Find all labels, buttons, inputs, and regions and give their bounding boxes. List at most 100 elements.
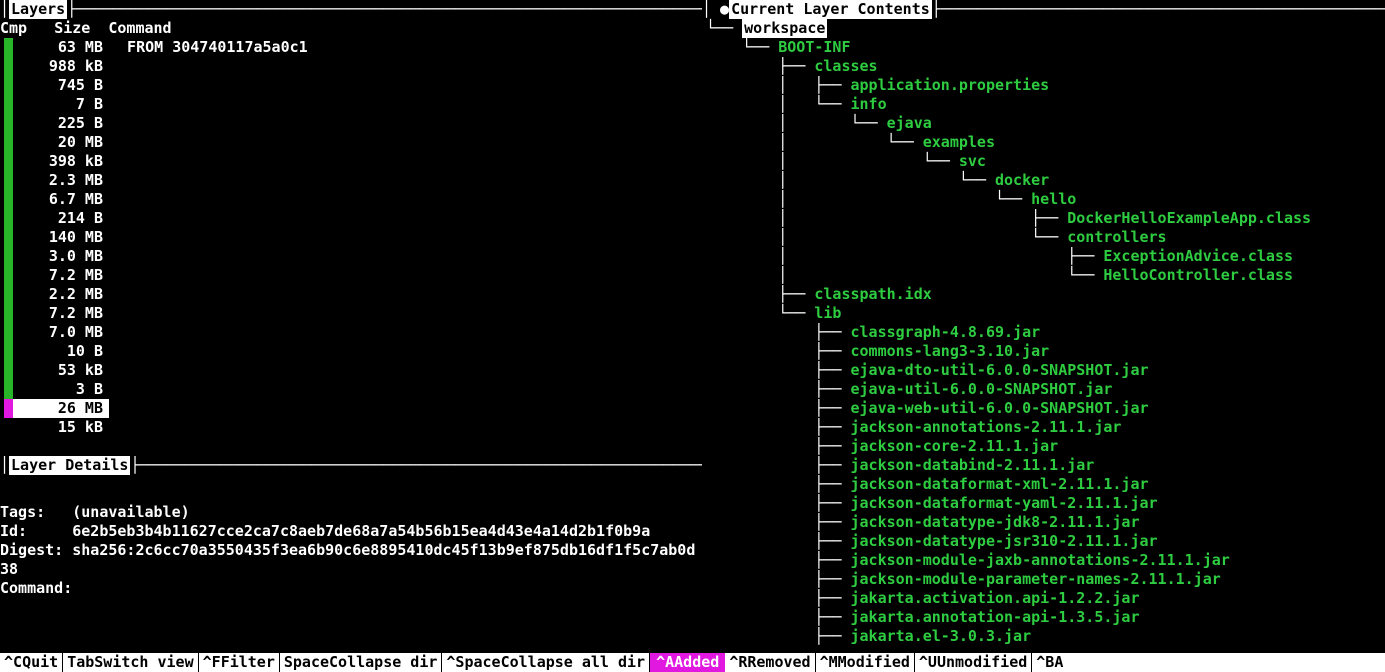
- cmp-indicator: [4, 247, 13, 266]
- tree-item[interactable]: ├── classpath.idx: [706, 285, 1385, 304]
- tree-item-name: classes: [814, 57, 877, 76]
- tree-item[interactable]: ├── jackson-core-2.11.1.jar: [706, 437, 1385, 456]
- statusbar-item[interactable]: ^U Unmodified: [915, 653, 1032, 672]
- tree-item[interactable]: │ └── svc: [706, 152, 1385, 171]
- tree-item[interactable]: └── BOOT-INF: [706, 38, 1385, 57]
- tree-item-name: ejava-util-6.0.0-SNAPSHOT.jar: [851, 380, 1113, 399]
- layers-list[interactable]: 63 MB FROM 304740117a5a0c1988 kB 745 B 7…: [0, 38, 702, 437]
- layer-command: [109, 228, 702, 247]
- layer-row[interactable]: 3.0 MB: [0, 247, 702, 266]
- cmp-indicator: [4, 190, 13, 209]
- layer-row[interactable]: 225 B: [0, 114, 702, 133]
- tree-item[interactable]: │ └── hello: [706, 190, 1385, 209]
- tree-item[interactable]: ├── jakarta.el-3.0.3.jar: [706, 627, 1385, 646]
- tree-item[interactable]: ├── jackson-module-jaxb-annotations-2.11…: [706, 551, 1385, 570]
- tree-item[interactable]: ├── ejava-web-util-6.0.0-SNAPSHOT.jar: [706, 399, 1385, 418]
- tree-item[interactable]: ├── ejava-dto-util-6.0.0-SNAPSHOT.jar: [706, 361, 1385, 380]
- tree-item[interactable]: ├── ejava-util-6.0.0-SNAPSHOT.jar: [706, 380, 1385, 399]
- cmp-indicator: [4, 38, 13, 57]
- layer-row[interactable]: 7 B: [0, 95, 702, 114]
- layer-row[interactable]: 7.2 MB: [0, 266, 702, 285]
- layer-command: [109, 190, 702, 209]
- tree-item[interactable]: │ └── examples: [706, 133, 1385, 152]
- cmp-indicator: [4, 361, 13, 380]
- statusbar-item[interactable]: ^C Quit: [0, 653, 63, 672]
- layer-command: [109, 133, 702, 152]
- statusbar-item[interactable]: ^A Added: [650, 653, 725, 672]
- layer-row[interactable]: 214 B: [0, 209, 702, 228]
- tree-item[interactable]: │ ├── ExceptionAdvice.class: [706, 247, 1385, 266]
- layer-row[interactable]: 2.2 MB: [0, 285, 702, 304]
- tree-item[interactable]: ├── jackson-dataformat-yaml-2.11.1.jar: [706, 494, 1385, 513]
- statusbar-item[interactable]: ^R Removed: [725, 653, 815, 672]
- layers-header-row: Cmp Size Command: [0, 19, 702, 38]
- layer-size: 214 B: [13, 209, 109, 228]
- layer-command: [109, 266, 702, 285]
- layer-row[interactable]: 6.7 MB: [0, 190, 702, 209]
- tree-item[interactable]: ├── jackson-databind-2.11.1.jar: [706, 456, 1385, 475]
- layer-row[interactable]: 7.0 MB: [0, 323, 702, 342]
- layer-size: 3 B: [13, 380, 109, 399]
- tree-root[interactable]: └── workspace: [706, 19, 1385, 38]
- tree-item[interactable]: │ └── HelloController.class: [706, 266, 1385, 285]
- statusbar-item[interactable]: ^M Modified: [816, 653, 915, 672]
- tree-item[interactable]: ├── commons-lang3-3.10.jar: [706, 342, 1385, 361]
- tree-item[interactable]: ├── jackson-datatype-jsr310-2.11.1.jar: [706, 532, 1385, 551]
- layer-row[interactable]: 63 MB FROM 304740117a5a0c1: [0, 38, 702, 57]
- tree-item[interactable]: ├── jakarta.annotation-api-1.3.5.jar: [706, 608, 1385, 627]
- tree-item[interactable]: │ └── controllers: [706, 228, 1385, 247]
- layer-size: 2.3 MB: [13, 171, 109, 190]
- cmp-indicator: [4, 76, 13, 95]
- tree-item[interactable]: ├── jackson-dataformat-xml-2.11.1.jar: [706, 475, 1385, 494]
- tree-item-name: jakarta.el-3.0.3.jar: [851, 627, 1032, 646]
- tree-item[interactable]: │ └── info: [706, 95, 1385, 114]
- tree-item-name: examples: [923, 133, 995, 152]
- layer-row[interactable]: 398 kB: [0, 152, 702, 171]
- tree-item[interactable]: ├── jackson-module-parameter-names-2.11.…: [706, 570, 1385, 589]
- tree-item-name: docker: [995, 171, 1049, 190]
- layer-details-title: │ Layer Details ├ ──────────────────────…: [0, 456, 702, 475]
- file-tree[interactable]: └── workspace └── BOOT-INF ├── classes │…: [702, 19, 1385, 646]
- layer-row[interactable]: 53 kB: [0, 361, 702, 380]
- layer-size: 26 MB: [13, 399, 109, 418]
- id-label: Id:: [0, 522, 27, 540]
- tree-item[interactable]: ├── jackson-annotations-2.11.1.jar: [706, 418, 1385, 437]
- layer-details-body: Tags: (unavailable) Id: 6e2b5eb3b4b11627…: [0, 475, 702, 598]
- layer-row[interactable]: 745 B: [0, 76, 702, 95]
- tree-item[interactable]: ├── jackson-datatype-jdk8-2.11.1.jar: [706, 513, 1385, 532]
- tree-item-name: jackson-module-parameter-names-2.11.1.ja…: [851, 570, 1221, 589]
- tree-item[interactable]: ├── classgraph-4.8.69.jar: [706, 323, 1385, 342]
- layer-row[interactable]: 988 kB: [0, 57, 702, 76]
- layer-row[interactable]: 3 B: [0, 380, 702, 399]
- tree-item[interactable]: ├── classes: [706, 57, 1385, 76]
- layer-command: [109, 418, 702, 437]
- statusbar-item[interactable]: Space Collapse dir: [280, 653, 443, 672]
- layer-command: [109, 76, 702, 95]
- tree-item-name: BOOT-INF: [778, 38, 850, 57]
- layer-size: 2.2 MB: [13, 285, 109, 304]
- statusbar-item[interactable]: ^Space Collapse all dir: [442, 653, 650, 672]
- layer-command: FROM 304740117a5a0c1: [109, 38, 702, 57]
- layer-row[interactable]: 15 kB: [0, 418, 702, 437]
- tree-item[interactable]: │ ├── DockerHelloExampleApp.class: [706, 209, 1385, 228]
- cmp-indicator: [4, 342, 13, 361]
- layer-row[interactable]: 10 B: [0, 342, 702, 361]
- tree-item[interactable]: │ └── ejava: [706, 114, 1385, 133]
- layer-row[interactable]: 7.2 MB: [0, 304, 702, 323]
- tree-item-name: svc: [959, 152, 986, 171]
- cmp-indicator: [4, 95, 13, 114]
- layer-row[interactable]: 2.3 MB: [0, 171, 702, 190]
- statusbar-item[interactable]: ^B A: [1032, 653, 1067, 672]
- tree-item[interactable]: └── lib: [706, 304, 1385, 323]
- layer-command: [109, 399, 702, 418]
- layers-panel-title: │ Layers ├ ─────────────────────────────…: [0, 0, 702, 19]
- layer-row[interactable]: 26 MB: [0, 399, 702, 418]
- statusbar-item[interactable]: ^F Filter: [199, 653, 280, 672]
- tree-item[interactable]: ├── jakarta.activation.api-1.2.2.jar: [706, 589, 1385, 608]
- layer-row[interactable]: 140 MB: [0, 228, 702, 247]
- layer-command: [109, 285, 702, 304]
- tree-item[interactable]: │ ├── application.properties: [706, 76, 1385, 95]
- statusbar-item[interactable]: Tab Switch view: [63, 653, 198, 672]
- tree-item[interactable]: │ └── docker: [706, 171, 1385, 190]
- layer-row[interactable]: 20 MB: [0, 133, 702, 152]
